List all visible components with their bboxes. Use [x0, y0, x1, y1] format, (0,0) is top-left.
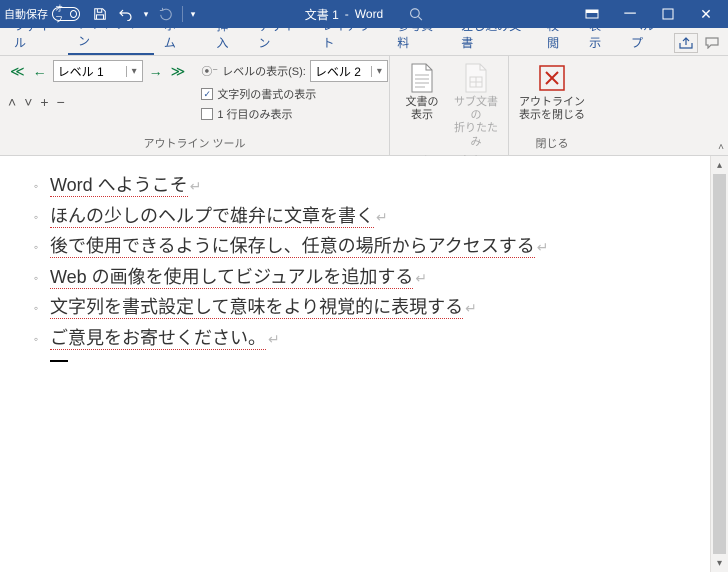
outline-bullet-icon: ◦ — [30, 176, 42, 196]
scroll-track[interactable] — [711, 174, 728, 554]
undo-icon[interactable] — [114, 2, 138, 26]
scroll-up-icon[interactable]: ▴ — [711, 156, 728, 174]
window-title: 文書 1 - Word — [305, 6, 423, 23]
collapse-subdocs-button: サブ文書の 折りたたみ — [452, 60, 500, 151]
show-level-select[interactable]: ▾ — [310, 60, 388, 82]
show-formatting-checkbox[interactable]: ✓ — [201, 88, 213, 100]
outline-bullet-icon: ◦ — [30, 268, 42, 288]
collapse-icon[interactable]: − — [57, 94, 65, 110]
outline-text: ほんの少しのヘルプで雄弁に文章を書く — [50, 206, 374, 228]
outline-text: 文字列を書式設定して意味をより視覚的に表現する — [50, 297, 463, 319]
dropdown-icon[interactable]: ▾ — [371, 66, 387, 77]
first-line-only-checkbox[interactable] — [201, 108, 213, 120]
document-area: ◦ Word へようこそ↵ ◦ ほんの少しのヘルプで雄弁に文章を書く↵ ◦ 後で… — [0, 156, 728, 572]
outline-item[interactable]: ◦ ご意見をお寄せください。↵ — [30, 323, 700, 354]
show-document-button[interactable]: 文書の 表示 — [398, 60, 446, 124]
outline-item[interactable]: ◦ Web の画像を使用してビジュアルを追加する↵ — [30, 262, 700, 293]
outline-item[interactable]: ◦ 後で使用できるように保存し、任意の場所からアクセスする↵ — [30, 231, 700, 262]
paragraph-mark-icon: ↵ — [465, 300, 477, 316]
document-content[interactable]: ◦ Word へようこそ↵ ◦ ほんの少しのヘルプで雄弁に文章を書く↵ ◦ 後で… — [0, 156, 710, 572]
minimize-button[interactable]: ─ — [612, 2, 648, 26]
group-outline-tools: ≪ ← ▾ → ≫ ˄ ˅ + − — [0, 56, 390, 155]
quick-access-toolbar: ▾ ▾ — [88, 2, 199, 26]
outline-item[interactable]: ◦ Word へようこそ↵ — [30, 170, 700, 201]
outline-item[interactable]: ◦ ほんの少しのヘルプで雄弁に文章を書く↵ — [30, 201, 700, 232]
show-formatting-label: 文字列の書式の表示 — [217, 86, 316, 102]
share-icon[interactable] — [674, 33, 698, 53]
promote-to-heading1-icon[interactable]: ≪ — [8, 61, 27, 82]
ribbon-tabs: ファイル アウトライン ホーム 挿入 デザイン レイアウト 参考資料 差し込み文… — [0, 28, 728, 56]
outline-item[interactable]: ◦ 文字列を書式設定して意味をより視覚的に表現する↵ — [30, 292, 700, 323]
save-icon[interactable] — [88, 2, 112, 26]
paragraph-mark-icon: ↵ — [268, 331, 280, 347]
close-icon — [536, 62, 568, 94]
autosave-toggle[interactable]: 自動保存 オフ — [4, 6, 80, 22]
outline-level-input[interactable] — [54, 64, 126, 78]
outline-level-select[interactable]: ▾ — [53, 60, 143, 82]
comments-icon[interactable] — [700, 33, 724, 53]
search-icon[interactable] — [409, 7, 423, 21]
maximize-button[interactable] — [650, 2, 686, 26]
text-cursor — [50, 360, 68, 362]
first-line-only-label: 1 行目のみ表示 — [217, 106, 292, 122]
autosave-label: 自動保存 — [4, 6, 48, 22]
outline-bullet-icon: ◦ — [30, 329, 42, 349]
dropdown-icon[interactable]: ▾ — [126, 66, 142, 77]
paragraph-mark-icon: ↵ — [415, 270, 427, 286]
group-label-outline-tools: アウトライン ツール — [8, 133, 381, 153]
outline-bullet-icon: ◦ — [30, 237, 42, 257]
ribbon: ≪ ← ▾ → ≫ ˄ ˅ + − — [0, 56, 728, 156]
outline-text: Web の画像を使用してビジュアルを追加する — [50, 267, 413, 289]
vertical-scrollbar[interactable]: ▴ ▾ — [710, 156, 728, 572]
subdocument-icon — [460, 62, 492, 94]
paragraph-mark-icon: ↵ — [537, 239, 549, 255]
app-name: Word — [355, 7, 383, 21]
outline-bullet-icon: ◦ — [30, 207, 42, 227]
undo-dropdown-icon[interactable]: ▾ — [140, 2, 152, 26]
close-outline-view-button[interactable]: アウトライン 表示を閉じる — [517, 60, 587, 124]
promote-icon[interactable]: ← — [31, 61, 49, 81]
ribbon-display-icon[interactable] — [574, 2, 610, 26]
title-bar: 自動保存 オフ ▾ ▾ 文書 1 - Word ─ ✕ — [0, 0, 728, 28]
paragraph-mark-icon: ↵ — [190, 178, 202, 194]
document-icon — [406, 62, 438, 94]
show-level-label: レベルの表示(S): — [222, 63, 306, 79]
group-master-document: 文書の 表示 サブ文書の 折りたたみ グループ文書 — [390, 56, 509, 155]
move-down-icon[interactable]: ˅ — [24, 94, 32, 110]
demote-to-body-icon[interactable]: ≫ — [169, 61, 188, 82]
close-button[interactable]: ✕ — [688, 2, 724, 26]
move-up-icon[interactable]: ˄ — [8, 94, 16, 110]
group-label-close: 閉じる — [517, 133, 587, 153]
outline-text: 後で使用できるように保存し、任意の場所からアクセスする — [50, 236, 535, 258]
document-title: 文書 1 — [305, 6, 339, 23]
demote-icon[interactable]: → — [147, 61, 165, 81]
scroll-thumb[interactable] — [713, 174, 726, 554]
expand-icon[interactable]: + — [40, 94, 48, 110]
group-close: アウトライン 表示を閉じる 閉じる — [509, 56, 595, 155]
outline-text: Word へようこそ — [50, 175, 188, 197]
outline-text: ご意見をお寄せください。 — [50, 328, 266, 350]
scroll-down-icon[interactable]: ▾ — [711, 554, 728, 572]
show-level-icon: ⦿⁻ — [201, 63, 218, 79]
outline-bullet-icon: ◦ — [30, 298, 42, 318]
paragraph-mark-icon: ↵ — [376, 209, 388, 225]
qat-customize-icon[interactable]: ▾ — [187, 2, 199, 26]
redo-icon[interactable] — [154, 2, 178, 26]
autosave-state[interactable]: オフ — [52, 7, 80, 21]
collapse-ribbon-icon[interactable]: ˄ — [718, 142, 724, 153]
show-level-input[interactable] — [311, 64, 371, 78]
